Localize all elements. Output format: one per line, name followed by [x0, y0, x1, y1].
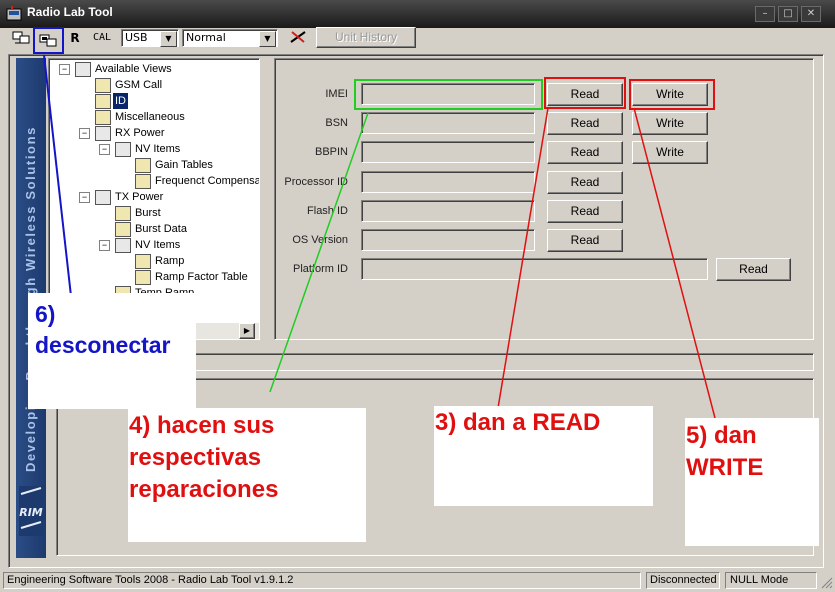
status-app: Engineering Software Tools 2008 - Radio …	[3, 572, 641, 589]
step-4-note: 4) hacen sus respectivas reparaciones	[128, 408, 366, 542]
step-3-note: 3) dan a READ	[434, 406, 653, 506]
resize-grip-icon[interactable]	[820, 575, 833, 589]
disconnect-pointer-line	[43, 54, 73, 306]
write-pointer-line	[633, 107, 716, 419]
repair-pointer-line	[269, 112, 369, 393]
write-highlight	[629, 79, 715, 110]
read-highlight	[544, 77, 626, 109]
imei-highlight	[354, 79, 543, 110]
step-5-note: 5) dan WRITE	[685, 418, 819, 546]
step-6-note: 6) desconectar	[28, 293, 196, 409]
status-connection: Disconnected	[646, 572, 720, 589]
read-pointer-line	[497, 107, 549, 409]
status-mode: NULL Mode	[725, 572, 817, 589]
